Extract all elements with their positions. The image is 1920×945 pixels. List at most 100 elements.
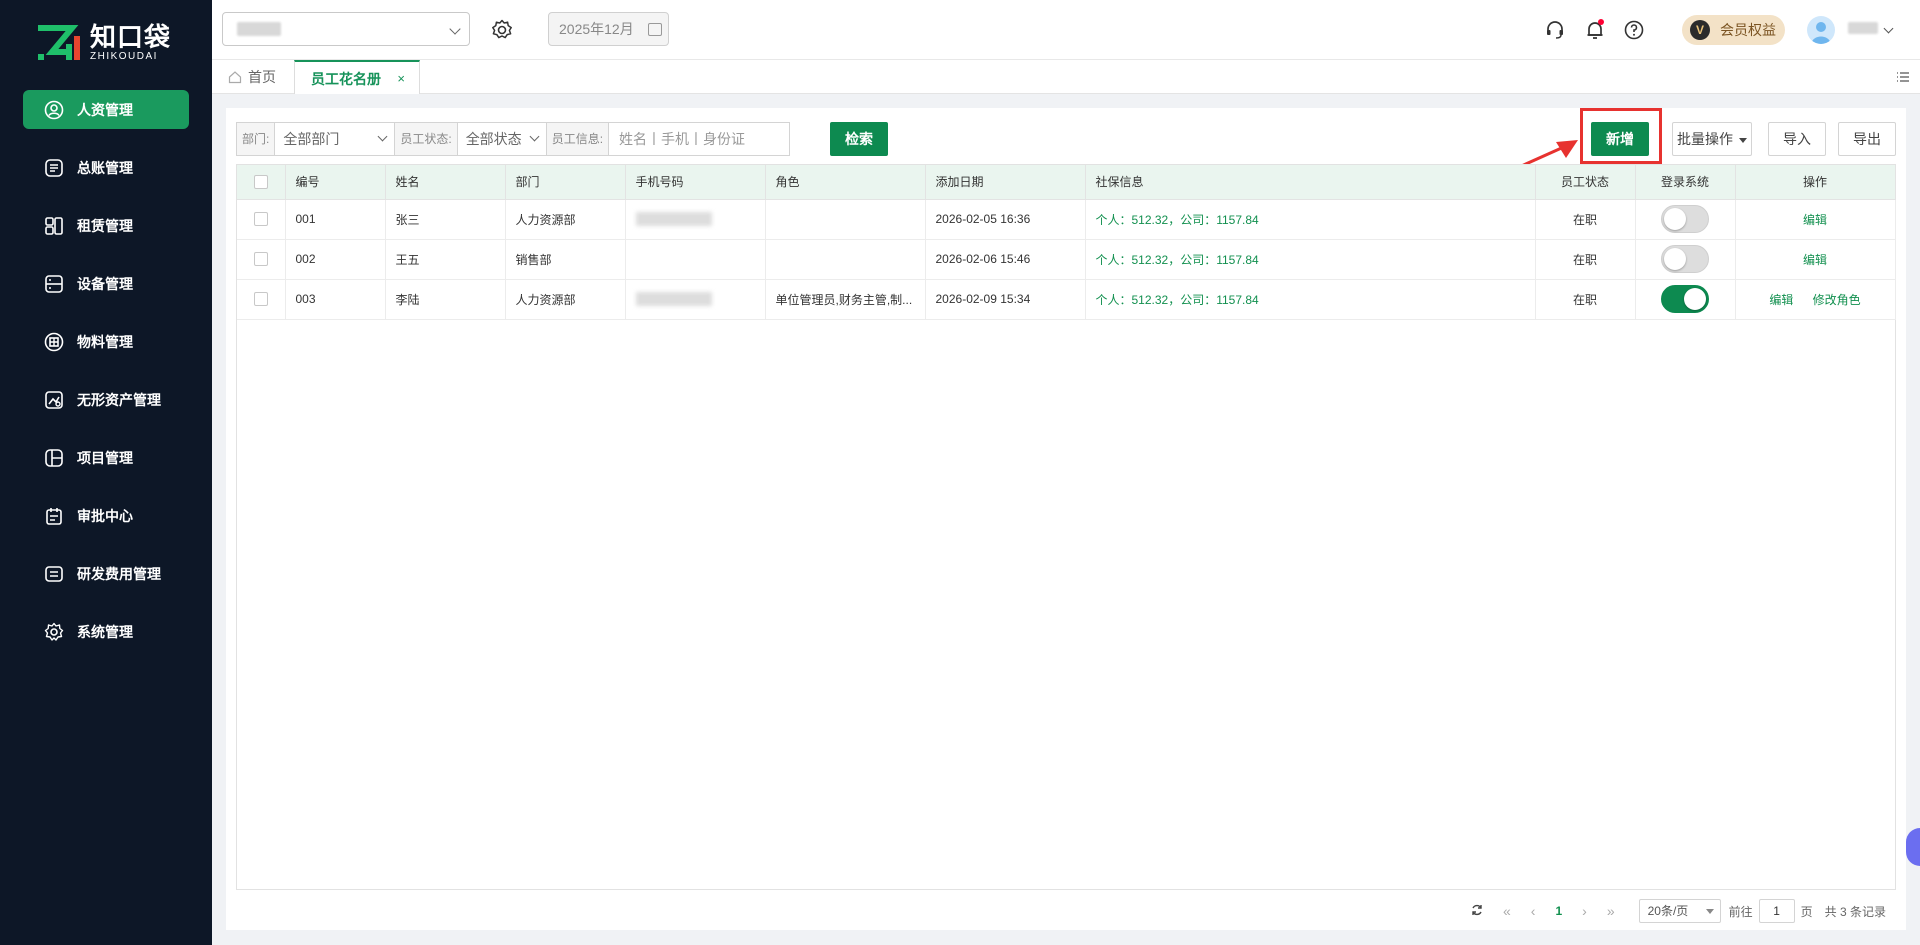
sidebar-item-material[interactable]: 物料管理 (23, 322, 189, 361)
select-all-cell (237, 165, 286, 200)
table-row: 003 李陆 人力资源部 单位管理员,财务主管,制... 2026-02-09 … (237, 279, 1896, 320)
cell-ops: 编辑 修改角色 (1735, 279, 1896, 320)
cell-role (765, 199, 926, 240)
top-header: 2025年12月 V 会员权益 (212, 0, 1920, 60)
tab-employee-roster[interactable]: 员工花名册 × (294, 60, 420, 94)
sidebar-item-label: 审批中心 (77, 507, 133, 524)
tab-bar: 首页 员工花名册 × (212, 60, 1920, 94)
cell-ops: 编辑 (1735, 239, 1896, 280)
avatar[interactable] (1807, 16, 1835, 44)
notification-dot (1598, 19, 1604, 25)
select-all-checkbox[interactable] (253, 175, 268, 190)
chevron-down-icon[interactable] (1883, 23, 1894, 34)
col-header: 手机号码 (625, 165, 766, 200)
export-button[interactable]: 导出 (1838, 122, 1896, 156)
batch-actions-button[interactable]: 批量操作 (1672, 122, 1752, 156)
help-icon[interactable] (1622, 18, 1646, 42)
last-page-icon[interactable]: » (1607, 903, 1615, 919)
search-button[interactable]: 检索 (830, 122, 888, 156)
period-picker[interactable]: 2025年12月 (548, 12, 669, 46)
page-size-select[interactable]: 20条/页 (1638, 899, 1721, 923)
edit-role-link[interactable]: 修改角色 (1813, 293, 1861, 307)
cell-date: 2026-02-09 15:34 (925, 279, 1086, 320)
cell-status: 在职 (1535, 239, 1636, 280)
sidebar-item-label: 租赁管理 (77, 217, 133, 234)
cell-date: 2026-02-05 16:36 (925, 199, 1086, 240)
col-header: 编号 (285, 165, 386, 200)
row-checkbox[interactable] (253, 252, 268, 267)
col-header: 添加日期 (925, 165, 1086, 200)
sidebar-item-label: 设备管理 (77, 275, 133, 292)
next-page-icon[interactable]: › (1582, 903, 1587, 919)
employee-info-input[interactable]: 姓名丨手机丨身份证 (609, 123, 790, 155)
cell-phone (625, 199, 766, 240)
col-header: 登录系统 (1635, 165, 1736, 200)
goto-page-input[interactable]: 1 (1758, 899, 1795, 923)
company-select[interactable] (222, 12, 470, 46)
edit-link[interactable]: 编辑 (1803, 213, 1827, 227)
headset-icon[interactable] (1543, 18, 1567, 42)
cell-id: 003 (285, 279, 386, 320)
dept-select[interactable]: 全部部门 (275, 123, 395, 155)
project-icon (43, 447, 65, 469)
cell-login (1635, 279, 1736, 320)
logo-mark-icon (36, 22, 82, 64)
cell-id: 002 (285, 239, 386, 280)
sidebar-item-label: 无形资产管理 (77, 391, 161, 408)
row-checkbox[interactable] (253, 212, 268, 227)
employee-table: 编号 姓名 部门 手机号码 角色 添加日期 社保信息 员工状态 登录系统 操作 … (236, 164, 1896, 890)
sidebar-item-label: 系统管理 (77, 623, 133, 640)
sidebar-item-ledger[interactable]: 总账管理 (23, 148, 189, 187)
cell-dept: 销售部 (505, 239, 626, 280)
gear-icon[interactable] (490, 18, 514, 42)
status-select[interactable]: 全部状态 (457, 123, 546, 155)
filter-bar: 部门: 全部部门 员工状态: 全部状态 员工信息: 姓名丨手机丨身份证 (236, 122, 791, 156)
first-page-icon[interactable]: « (1503, 903, 1511, 919)
login-toggle[interactable] (1661, 245, 1709, 273)
cell-status: 在职 (1535, 199, 1636, 240)
redacted-phone (635, 292, 712, 307)
refresh-icon[interactable] (1471, 903, 1483, 919)
login-toggle[interactable] (1661, 285, 1709, 313)
list-menu-icon[interactable] (1896, 70, 1910, 84)
chat-icon[interactable] (1906, 828, 1920, 866)
close-icon[interactable]: × (397, 62, 405, 96)
redacted-phone (635, 212, 712, 227)
caret-down-icon (1738, 137, 1747, 143)
chevron-down-icon (449, 23, 461, 35)
cell-ops: 编辑 (1735, 199, 1896, 240)
sidebar-item-label: 项目管理 (77, 449, 133, 466)
sidebar-item-system[interactable]: 系统管理 (23, 612, 189, 651)
logo[interactable]: 知口袋 ZHIKOUDAI (36, 20, 186, 66)
sidebar-item-intangible[interactable]: 无形资产管理 (23, 380, 189, 419)
col-header: 员工状态 (1535, 165, 1636, 200)
sidebar-item-hr[interactable]: 人资管理 (23, 90, 189, 129)
sidebar-item-device[interactable]: 设备管理 (23, 264, 189, 303)
prev-page-icon[interactable]: ‹ (1531, 903, 1536, 919)
dept-filter-label: 部门: (237, 123, 276, 155)
period-value: 2025年12月 (559, 21, 634, 37)
sidebar-item-project[interactable]: 项目管理 (23, 438, 189, 477)
cell-login (1635, 199, 1736, 240)
edit-link[interactable]: 编辑 (1769, 293, 1793, 307)
cell-dept: 人力资源部 (505, 279, 626, 320)
cell-phone (625, 239, 766, 280)
sidebar-item-rd-expense[interactable]: 研发费用管理 (23, 554, 189, 593)
page-number[interactable]: 1 (1555, 904, 1562, 918)
vip-badge-icon: V (1690, 20, 1710, 40)
row-checkbox[interactable] (253, 292, 268, 307)
table-header-row: 编号 姓名 部门 手机号码 角色 添加日期 社保信息 员工状态 登录系统 操作 (237, 165, 1896, 200)
ledger-icon (43, 157, 65, 179)
tab-home[interactable]: 首页 (228, 60, 276, 94)
import-button[interactable]: 导入 (1768, 122, 1826, 156)
sidebar-item-approval[interactable]: 审批中心 (23, 496, 189, 535)
vip-label: 会员权益 (1720, 22, 1776, 38)
add-button[interactable]: 新增 (1591, 122, 1649, 156)
cell-name: 张三 (385, 199, 506, 240)
bell-icon[interactable] (1583, 18, 1607, 42)
sidebar-item-lease[interactable]: 租赁管理 (23, 206, 189, 245)
vip-benefits-button[interactable]: V 会员权益 (1682, 15, 1785, 45)
edit-link[interactable]: 编辑 (1803, 253, 1827, 267)
rd-expense-icon (43, 563, 65, 585)
login-toggle[interactable] (1661, 205, 1709, 233)
